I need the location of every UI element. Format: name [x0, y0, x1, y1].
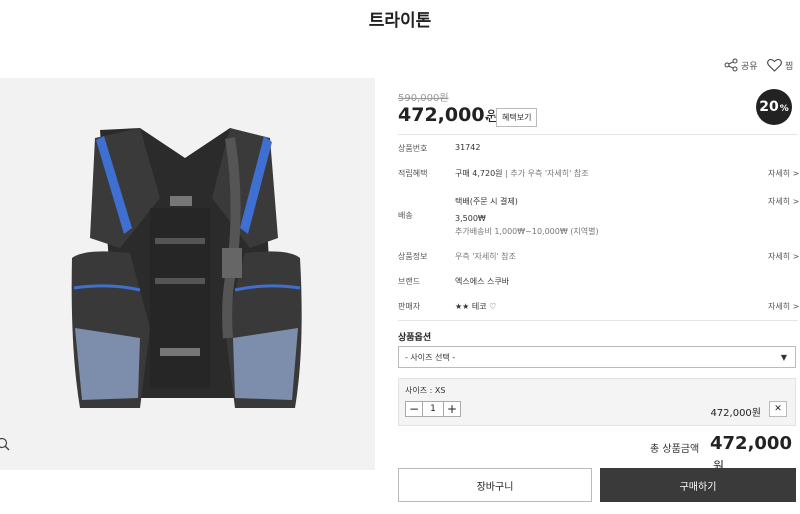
- code-label: 상품번호: [398, 144, 428, 153]
- brand-value[interactable]: 엑스에스 스쿠바: [455, 276, 509, 287]
- bcd-vest-image: [0, 78, 375, 470]
- price-caret-icon[interactable]: ▾: [485, 114, 489, 123]
- shipping-label: 배송: [398, 211, 413, 220]
- shipping-more-link[interactable]: 자세히 >: [768, 196, 799, 207]
- size-select-value: - 사이즈 선택 -: [405, 353, 456, 362]
- brand-label: 브랜드: [398, 277, 421, 286]
- quantity-stepper: − 1 +: [405, 401, 461, 417]
- remove-option-button[interactable]: ✕: [769, 401, 787, 417]
- seller-value[interactable]: ★★ 테코 ♡: [455, 301, 496, 312]
- discount-rate: 20: [759, 99, 779, 115]
- options-title: 상품옵션: [398, 333, 432, 343]
- benefit-points: 구매 4,720원: [455, 169, 503, 178]
- search-icon[interactable]: [0, 436, 10, 455]
- page-title: 트라이톤: [368, 11, 432, 31]
- benefit-detail-button[interactable]: 혜택보기: [496, 108, 538, 127]
- heart-icon: [767, 58, 782, 72]
- notice-value: 우측 '자세히' 참조: [455, 252, 517, 261]
- share-label: 공유: [741, 61, 758, 72]
- decrease-button[interactable]: −: [405, 401, 423, 417]
- seller-label: 판매자: [398, 302, 421, 311]
- seller-more-link[interactable]: 자세히 >: [768, 301, 799, 312]
- divider: [398, 320, 798, 321]
- size-select[interactable]: - 사이즈 선택 - ▼: [398, 346, 796, 368]
- chevron-down-icon: ▼: [780, 353, 787, 362]
- wish-label: 찜: [785, 61, 794, 72]
- original-price: 590,000원: [398, 93, 449, 104]
- discount-badge: 20%: [756, 89, 792, 125]
- quantity-value[interactable]: 1: [423, 401, 443, 417]
- shipping-fee: 3,500₩: [455, 214, 486, 223]
- selected-size: 사이즈 : XS: [405, 386, 446, 395]
- shipping-extra: 추가배송비 1,000₩~10,000₩ (지역별): [455, 227, 599, 236]
- total-label: 총 상품금액: [650, 444, 700, 455]
- selected-option-box: 사이즈 : XS − 1 + 472,000원 ✕: [398, 378, 796, 426]
- share-icon: [724, 58, 738, 72]
- divider: [398, 134, 798, 135]
- benefit-label: 적립혜택: [398, 169, 428, 178]
- code-value: 31742: [455, 143, 481, 152]
- shipping-type: 택배(주문 시 결제): [455, 197, 518, 206]
- benefit-value: 구매 4,720원 | 추가 우측 '자세히' 참조: [455, 169, 589, 178]
- buy-now-button[interactable]: 구매하기: [600, 468, 796, 502]
- product-image[interactable]: [0, 78, 375, 470]
- sale-price-amount: 472,000: [398, 104, 485, 126]
- wish-button[interactable]: 찜: [767, 58, 793, 72]
- discount-unit: %: [779, 103, 789, 114]
- notice-label: 상품정보: [398, 252, 428, 261]
- total-amount: 472,000: [710, 433, 792, 454]
- benefit-extra: 추가 우측 '자세히' 참조: [510, 169, 589, 178]
- notice-more-link[interactable]: 자세히 >: [768, 251, 799, 262]
- increase-button[interactable]: +: [443, 401, 461, 417]
- add-to-cart-button[interactable]: 장바구니: [398, 468, 592, 502]
- line-price: 472,000원: [710, 408, 761, 419]
- benefit-more-link[interactable]: 자세히 >: [768, 168, 799, 179]
- share-button[interactable]: 공유: [724, 58, 758, 72]
